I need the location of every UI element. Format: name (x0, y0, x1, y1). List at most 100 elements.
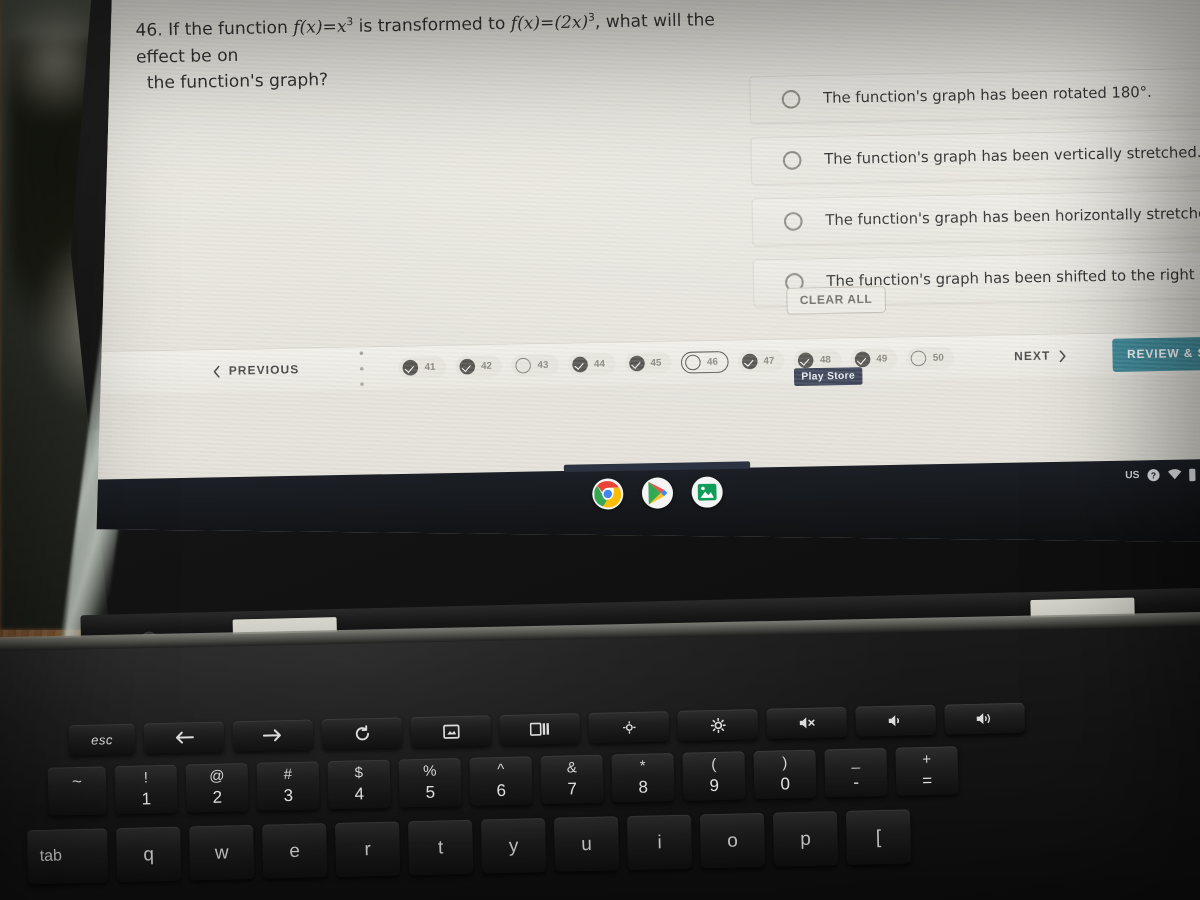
question-nav-item[interactable]: 45 (624, 352, 672, 375)
question-nav-number: 50 (932, 352, 944, 364)
svg-text:?: ? (1151, 470, 1156, 480)
key-r[interactable]: r (335, 821, 401, 877)
key-q[interactable]: q (116, 826, 182, 883)
system-tray[interactable]: US ? 1 (1125, 467, 1200, 482)
question-nav-item[interactable]: 43 (511, 354, 559, 377)
question-navigation-bar: PREVIOUS • • • 41 42 43 44 45 46 47 48 4… (96, 330, 1200, 395)
key-3[interactable]: #3 (256, 761, 320, 811)
question-number: 46. (135, 19, 163, 40)
brightness-up-key[interactable] (677, 708, 759, 741)
question-nav-item[interactable]: 41 (398, 356, 447, 379)
wifi-icon[interactable] (1167, 468, 1182, 482)
key-t[interactable]: t (407, 819, 474, 876)
key-w[interactable]: w (189, 824, 255, 881)
question-number-list: 41 42 43 44 45 46 47 48 49 50 (398, 346, 955, 379)
play-store-icon[interactable] (641, 477, 674, 509)
question-nav-number: 47 (763, 355, 775, 367)
laptop-screen: COLOR THEME ZOOM (96, 0, 1200, 542)
room-highlight-2 (0, 0, 90, 120)
key-4[interactable]: $4 (327, 759, 391, 810)
previous-label: PREVIOUS (228, 363, 300, 378)
radio-button[interactable] (782, 150, 802, 170)
play-store-tooltip: Play Store (793, 367, 863, 387)
files-icon[interactable] (691, 476, 723, 508)
key-2[interactable]: @2 (185, 763, 249, 813)
next-button[interactable]: NEXT (1014, 349, 1067, 363)
review-and-submit-button[interactable]: REVIEW & SU (1112, 336, 1200, 372)
question-nav-item[interactable]: 42 (454, 355, 503, 378)
arrow-right-icon (262, 728, 283, 742)
overview-icon (529, 722, 550, 736)
keyboard-layout-indicator[interactable]: US (1125, 470, 1140, 482)
key-6[interactable]: ^ 6 (469, 756, 533, 806)
volume-up-key[interactable] (944, 702, 1026, 735)
reload-key[interactable] (321, 717, 403, 750)
function-expression-2: f(x)=(2x) (510, 11, 589, 34)
key-8[interactable]: * 8 (611, 752, 675, 803)
brightness-up-icon (710, 717, 726, 733)
key-9[interactable]: (9 (682, 751, 746, 801)
answered-check-icon (798, 352, 814, 369)
answer-label: The function's graph has been vertically… (824, 144, 1200, 169)
key-o[interactable]: o (699, 812, 766, 869)
volume-down-icon (887, 714, 904, 728)
function-expression-1: f(x)= (293, 16, 338, 38)
fullscreen-key[interactable] (410, 715, 492, 748)
unanswered-circle-icon (910, 350, 927, 367)
key-y[interactable]: y (480, 818, 547, 874)
key-u[interactable]: u (553, 816, 620, 872)
answer-label: The function's graph has been horizontal… (825, 205, 1200, 230)
question-nav-number: 41 (424, 361, 436, 374)
question-nav-number: 49 (876, 353, 888, 365)
key-p[interactable]: p (772, 811, 839, 867)
back-key[interactable] (143, 721, 225, 754)
question-nav-item[interactable]: 44 (567, 353, 616, 376)
mute-key[interactable] (766, 706, 848, 739)
key-5[interactable]: % 5 (398, 757, 462, 808)
question-nav-item[interactable]: 50 (906, 346, 955, 370)
brightness-down-key[interactable] (588, 711, 670, 743)
question-nav-item-current[interactable]: 46 (680, 350, 729, 374)
question-text: 46. If the function f(x)=x3 is transform… (97, 6, 768, 99)
question-nav-number: 43 (537, 359, 549, 372)
battery-icon[interactable] (1188, 468, 1200, 482)
question-nav-number: 46 (706, 356, 718, 368)
keyboard-alpha-row: tab q w e r t y u i o p [ (27, 809, 920, 885)
forward-key[interactable] (232, 719, 314, 752)
nav-ellipsis[interactable]: • • • (359, 345, 372, 392)
volume-up-icon (976, 711, 994, 725)
key-0[interactable]: ) 0 (753, 749, 817, 800)
tab-key[interactable]: tab (27, 828, 109, 885)
chrome-icon[interactable] (592, 478, 624, 510)
key-bracket[interactable]: [ (845, 809, 912, 865)
overview-key[interactable] (499, 713, 581, 746)
help-icon[interactable]: ? (1147, 468, 1161, 482)
tilde-key[interactable]: ~ (47, 766, 107, 816)
volume-down-key[interactable] (855, 704, 937, 737)
answer-option[interactable]: The function's graph has been horizontal… (751, 189, 1200, 246)
radio-button[interactable] (781, 89, 801, 109)
esc-key[interactable]: esc (68, 723, 136, 756)
question-line1-mid: is transformed to (353, 13, 511, 36)
key-7[interactable]: & 7 (540, 754, 604, 805)
answer-option[interactable]: The function's graph has been vertically… (750, 128, 1200, 185)
answered-check-icon (854, 351, 871, 368)
previous-button[interactable]: PREVIOUS (212, 364, 299, 378)
radio-button[interactable] (783, 211, 803, 231)
current-question-icon (685, 354, 701, 371)
question-nav-item[interactable]: 47 (737, 349, 785, 373)
key-1[interactable]: ! 1 (114, 764, 178, 815)
answered-check-icon (741, 353, 758, 370)
answer-option[interactable]: The function's graph has been rotated 18… (749, 67, 1200, 124)
keyboard-keys: esc ~ ! 1 @ 2 # 3 $ 4 % 5 ^ 6 & 7 * 8 (… (0, 669, 1200, 900)
arrow-left-icon (174, 730, 194, 744)
fullscreen-icon (442, 724, 460, 739)
key-e[interactable]: e (262, 823, 328, 879)
photo-of-laptop: COLOR THEME ZOOM (0, 0, 1200, 900)
question-line1-pre: If the function (167, 17, 294, 40)
clear-all-button[interactable]: CLEAR ALL (786, 285, 887, 315)
key-i[interactable]: i (626, 814, 693, 871)
key-minus[interactable]: _ - (824, 747, 888, 798)
key-equals[interactable]: + = (895, 746, 959, 796)
brightness-down-icon (622, 720, 636, 734)
